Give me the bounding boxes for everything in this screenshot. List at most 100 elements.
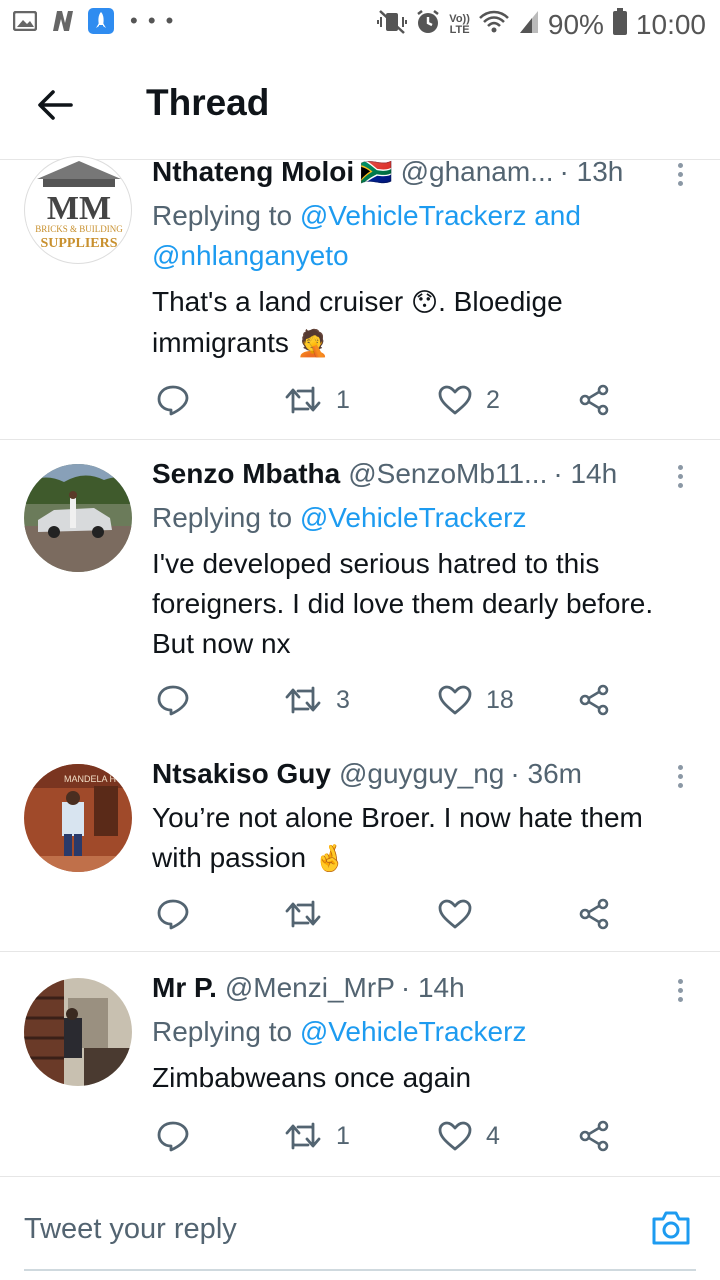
avatar[interactable]: MANDELA HOUS <box>24 764 132 872</box>
retweet-icon <box>285 386 321 414</box>
more-options-button[interactable] <box>668 458 692 494</box>
display-name[interactable]: Ntsakiso Guy <box>152 758 331 790</box>
retweet-button[interactable]: 3 <box>284 680 350 720</box>
reply-button[interactable] <box>156 1116 190 1156</box>
tweet-text-part: immigrants <box>152 327 297 358</box>
tweet-text-line: I've developed serious hatred to this <box>152 548 600 579</box>
back-button[interactable] <box>30 82 80 128</box>
replying-prefix: Replying to <box>152 1016 300 1047</box>
share-icon <box>579 384 609 416</box>
reply-icon <box>157 899 189 930</box>
avatar-logo-text: MM <box>47 190 111 227</box>
reply-input-underline <box>24 1269 696 1271</box>
tweet-actions <box>152 894 622 934</box>
share-button[interactable] <box>578 1116 610 1156</box>
reply-button[interactable] <box>156 680 190 720</box>
mention-link[interactable]: @nhlanganyeto <box>152 240 349 271</box>
mention-link[interactable]: @VehicleTrackerz <box>300 1016 527 1047</box>
reply-button[interactable] <box>156 380 190 420</box>
tweet-text: Zimbabweans once again <box>152 1058 696 1098</box>
tweet-item[interactable]: MM BRICKS & BUILDING SUPPLIERS Nthateng … <box>0 156 720 440</box>
rocket-app-icon <box>88 8 114 34</box>
battery-icon <box>612 8 628 41</box>
status-bar: • • • Vo)) LTE 90% 10:00 <box>0 0 720 50</box>
user-handle[interactable]: @guyguy_ng <box>339 758 504 790</box>
avatar-sign-text: MANDELA HOUS <box>64 774 132 784</box>
tweet-header: Mr P. @Menzi_MrP · 14h <box>152 972 670 1008</box>
tweet-text-part: That's a land cruiser <box>152 286 412 317</box>
camera-icon <box>652 1211 690 1245</box>
thread-group: Senzo Mbatha @SenzoMb11... · 14h Replyin… <box>0 440 720 952</box>
avatar[interactable] <box>24 978 132 1086</box>
more-options-button[interactable] <box>668 758 692 794</box>
replying-prefix: Replying to <box>152 502 300 533</box>
reply-button[interactable] <box>156 894 190 934</box>
tweet-item[interactable]: Mr P. @Menzi_MrP · 14h Replying to @Vehi… <box>0 952 720 1176</box>
avatar-photo-office <box>24 978 132 1086</box>
share-button[interactable] <box>578 380 610 420</box>
reply-icon <box>157 1121 189 1152</box>
display-name[interactable]: Senzo Mbatha <box>152 458 340 490</box>
tweet-header: Ntsakiso Guy @guyguy_ng · 36m <box>152 758 670 794</box>
retweet-button[interactable] <box>284 894 336 934</box>
tweet-time[interactable]: · 14h <box>401 972 465 1004</box>
retweet-icon <box>285 686 321 714</box>
status-bar-system: Vo)) LTE 90% 10:00 <box>377 8 706 41</box>
user-handle[interactable]: @Menzi_MrP <box>225 972 395 1004</box>
tweet-time[interactable]: · 36m <box>510 758 582 790</box>
avatar[interactable] <box>24 464 132 572</box>
avatar[interactable]: MM BRICKS & BUILDING SUPPLIERS <box>24 156 132 264</box>
share-button[interactable] <box>578 680 610 720</box>
volte-label: Vo)) <box>449 12 470 25</box>
replying-joiner: and <box>526 200 581 231</box>
tweet-header: Senzo Mbatha @SenzoMb11... · 14h <box>152 458 670 494</box>
like-button[interactable]: 4 <box>438 1116 500 1156</box>
retweet-icon <box>285 1122 321 1150</box>
like-count: 18 <box>486 685 514 714</box>
battery-percent: 90% <box>547 8 604 40</box>
retweet-count: 1 <box>336 385 350 414</box>
camera-button[interactable] <box>650 1207 692 1249</box>
replying-to: Replying to @VehicleTrackerz <box>152 498 690 538</box>
tweet-text: That's a land cruiser 😯. Bloedige immigr… <box>152 282 696 364</box>
avatar-logo-subtext: BRICKS & BUILDING <box>35 224 123 234</box>
crossed-fingers-emoji: 🤞 <box>313 844 347 874</box>
share-button[interactable] <box>578 894 610 934</box>
tweet-actions: 3 18 <box>152 680 622 720</box>
more-options-button[interactable] <box>668 156 692 192</box>
like-count: 4 <box>486 1121 500 1150</box>
netflix-n-icon <box>50 9 76 33</box>
reply-icon <box>157 685 189 716</box>
replying-to: Replying to @VehicleTrackerz <box>152 1012 690 1052</box>
mention-link[interactable]: @VehicleTrackerz <box>300 200 527 231</box>
tweet-text-line: foreigners. I did love them dearly befor… <box>152 588 654 619</box>
retweet-count: 1 <box>336 1121 350 1150</box>
retweet-button[interactable]: 1 <box>284 1116 350 1156</box>
tweet-actions: 1 4 <box>152 1116 622 1156</box>
avatar-photo-mandela-house: MANDELA HOUS <box>24 764 132 872</box>
arrow-left-icon <box>38 90 73 120</box>
like-button[interactable] <box>438 894 486 934</box>
display-name[interactable]: Nthateng Moloi <box>152 156 354 188</box>
user-handle[interactable]: @ghanam... <box>401 156 554 188</box>
more-options-button[interactable] <box>668 972 692 1008</box>
share-icon <box>579 684 609 716</box>
page-title: Thread <box>146 82 270 123</box>
reply-input[interactable]: Tweet your reply <box>24 1213 237 1246</box>
replying-prefix: Replying to <box>152 200 300 231</box>
like-button[interactable]: 2 <box>438 380 500 420</box>
user-handle[interactable]: @SenzoMb11... <box>348 458 547 490</box>
flag-emoji: 🇿🇦 <box>360 158 393 188</box>
like-button[interactable]: 18 <box>438 680 514 720</box>
wifi-icon <box>478 9 510 40</box>
tweet-time[interactable]: · 13h <box>560 156 624 188</box>
app-header: Thread <box>0 50 720 160</box>
retweet-button[interactable]: 1 <box>284 380 350 420</box>
avatar-logo: MM BRICKS & BUILDING SUPPLIERS <box>25 161 131 251</box>
tweet-time[interactable]: · 14h <box>553 458 617 490</box>
display-name[interactable]: Mr P. <box>152 972 217 1004</box>
tweet-text-part: . Bloedige <box>438 286 563 317</box>
mention-link[interactable]: @VehicleTrackerz <box>300 502 527 533</box>
heart-icon <box>438 899 472 929</box>
tweet-text-line: But now nx <box>152 628 291 659</box>
